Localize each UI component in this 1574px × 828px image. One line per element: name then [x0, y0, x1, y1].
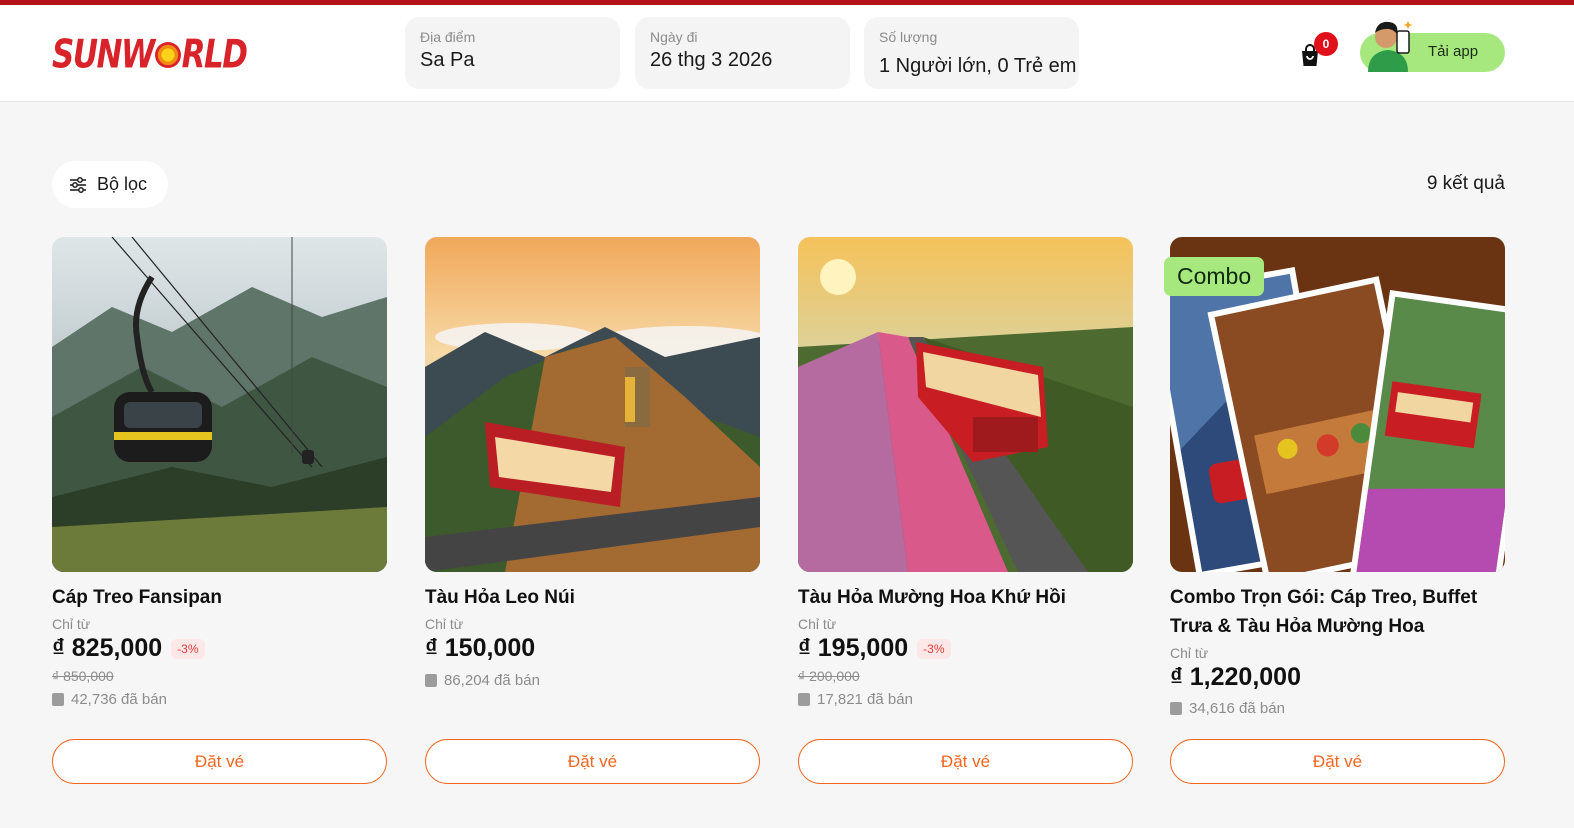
product-card[interactable]: Combo Combo Trọn Gói: Cáp Treo, Buffet T… — [1164, 237, 1505, 785]
book-ticket-button[interactable]: Đặt vé — [425, 739, 760, 784]
date-field[interactable]: Ngày đi 26 thg 3 2026 — [635, 17, 850, 89]
bag-icon — [1170, 702, 1182, 715]
book-ticket-button[interactable]: Đặt vé — [798, 739, 1133, 784]
product-card[interactable]: Cáp Treo Fansipan Chỉ từ ₫ 825,000 -3% ₫… — [52, 237, 387, 785]
location-label: Địa điểm — [420, 29, 476, 45]
sold-count-text: 86,204 đã bán — [444, 672, 540, 689]
logo-wordmark: SUNW RLD — [52, 32, 248, 78]
product-card[interactable]: Tàu Hỏa Mường Hoa Khứ Hồi Chỉ từ ₫ 195,0… — [798, 237, 1133, 785]
date-value: 26 thg 3 2026 — [650, 49, 773, 71]
price-row: ₫ 1,220,000 — [1170, 663, 1301, 692]
date-label: Ngày đi — [650, 29, 698, 45]
sliders-icon — [70, 176, 86, 193]
filter-label: Bộ lọc — [97, 174, 148, 194]
mountain-train-image — [425, 237, 760, 572]
sold-count-text: 17,821 đã bán — [817, 691, 913, 708]
bag-icon — [798, 693, 810, 706]
sold-count-text: 42,736 đã bán — [71, 691, 167, 708]
product-image[interactable] — [52, 237, 387, 572]
price-from-label: Chỉ từ — [52, 616, 91, 632]
quantity-value: 1 Người lớn, 0 Trẻ em — [879, 55, 1077, 77]
download-app-label: Tải app — [1428, 43, 1479, 60]
discount-badge: -3% — [171, 638, 205, 659]
price-from-label: Chỉ từ — [798, 616, 837, 632]
price-from-label: Chỉ từ — [425, 616, 464, 632]
site-header: SUNW RLD Địa điểm Sa Pa Ngày đi 26 thg 3 … — [0, 5, 1574, 102]
location-value: Sa Pa — [420, 49, 475, 71]
bag-icon — [52, 693, 64, 706]
product-image[interactable] — [798, 237, 1133, 572]
price-from-label: Chỉ từ — [1170, 645, 1209, 661]
mascot-phone-icon — [1368, 21, 1413, 72]
sunworld-logo[interactable]: SUNW RLD — [52, 33, 248, 78]
cart-count-badge: 0 — [1314, 32, 1338, 56]
book-ticket-button[interactable]: Đặt vé — [52, 739, 387, 784]
combo-tag: Combo — [1164, 257, 1265, 296]
discount-badge: -3% — [917, 638, 951, 659]
product-title[interactable]: Tàu Hỏa Leo Núi — [425, 583, 760, 612]
sold-count: 34,616 đã bán — [1170, 700, 1285, 717]
product-title[interactable]: Combo Trọn Gói: Cáp Treo, Buffet Trưa & … — [1170, 583, 1505, 641]
book-ticket-button[interactable]: Đặt vé — [1170, 739, 1505, 784]
product-title[interactable]: Tàu Hỏa Mường Hoa Khứ Hồi — [798, 583, 1133, 612]
product-price: ₫ 1,220,000 — [1170, 663, 1301, 691]
sold-count: 42,736 đã bán — [52, 691, 167, 708]
location-field[interactable]: Địa điểm Sa Pa — [405, 17, 620, 89]
sold-count: 17,821 đã bán — [798, 691, 913, 708]
product-price: ₫ 195,000 — [798, 634, 909, 662]
product-image[interactable] — [425, 237, 760, 572]
cable-car-image — [52, 237, 387, 572]
filter-button[interactable]: Bộ lọc — [52, 161, 168, 208]
original-price: ₫ 850,000 — [52, 668, 114, 684]
price-row: ₫ 150,000 — [425, 634, 535, 663]
sold-count-text: 34,616 đã bán — [1189, 700, 1285, 717]
product-card[interactable]: Tàu Hỏa Leo Núi Chỉ từ ₫ 150,000 86,204 … — [425, 237, 760, 785]
sold-count: 86,204 đã bán — [425, 672, 540, 689]
product-price: ₫ 825,000 — [52, 634, 163, 662]
download-app-button[interactable]: Tải app — [1360, 21, 1505, 72]
product-price: ₫ 150,000 — [425, 634, 536, 662]
product-title[interactable]: Cáp Treo Fansipan — [52, 583, 387, 612]
quantity-field[interactable]: Số lượng 1 Người lớn, 0 Trẻ em — [864, 17, 1079, 89]
original-price: ₫ 200,000 — [798, 668, 860, 684]
logo-sun-icon — [154, 42, 181, 68]
bag-icon — [425, 674, 437, 687]
results-count: 9 kết quả — [1426, 173, 1505, 194]
price-row: ₫ 825,000 -3% — [52, 634, 205, 663]
quantity-label: Số lượng — [879, 29, 938, 45]
flower-train-image — [798, 237, 1133, 572]
price-row: ₫ 195,000 -3% — [798, 634, 951, 663]
